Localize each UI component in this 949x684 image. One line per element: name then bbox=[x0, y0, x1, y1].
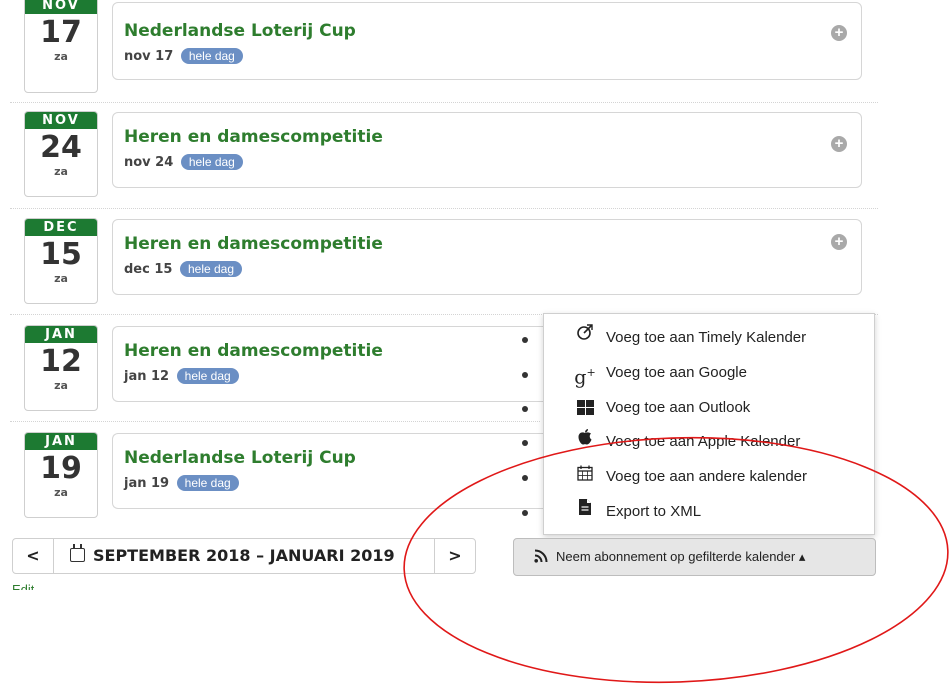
event-date-tile: JAN 19 za bbox=[24, 432, 98, 518]
list-bullet bbox=[522, 406, 528, 412]
event-weekday: za bbox=[54, 165, 68, 178]
dropdown-item-apple[interactable]: Voeg toe aan Apple Kalender bbox=[544, 425, 874, 459]
google-plus-icon: g+ bbox=[574, 366, 596, 389]
event-weekday: za bbox=[54, 486, 68, 499]
event-title[interactable]: Heren en damescompetitie bbox=[124, 234, 383, 254]
event-card[interactable]: Nederlandse Loterij Cup jan 19 hele dag bbox=[112, 433, 553, 509]
dropdown-item-label: Export to XML bbox=[606, 503, 702, 520]
event-card[interactable]: Nederlandse Loterij Cup nov 17 hele dag … bbox=[112, 2, 862, 80]
event-month: NOV bbox=[25, 0, 97, 14]
event-title[interactable]: Heren en damescompetitie bbox=[124, 127, 383, 147]
event-month: NOV bbox=[25, 112, 97, 129]
subscribe-dropdown-menu: Voeg toe aan Timely Kalender g+ Voeg toe… bbox=[543, 313, 875, 535]
event-date-text: nov 17 hele dag bbox=[124, 48, 243, 64]
windows-icon bbox=[574, 391, 596, 425]
all-day-badge: hele dag bbox=[180, 48, 243, 64]
row-divider bbox=[10, 208, 878, 209]
event-date-label: nov 24 bbox=[124, 155, 174, 170]
date-range-button[interactable]: SEPTEMBER 2018 – JANUARI 2019 bbox=[53, 538, 435, 574]
list-bullet bbox=[522, 475, 528, 481]
event-title[interactable]: Nederlandse Loterij Cup bbox=[124, 448, 356, 468]
event-card[interactable]: Heren en damescompetitie nov 24 hele dag… bbox=[112, 112, 862, 188]
event-date-label: nov 17 bbox=[124, 49, 174, 64]
event-day: 17 bbox=[40, 15, 82, 50]
apple-icon bbox=[574, 425, 596, 459]
event-date-tile: NOV 24 za bbox=[24, 111, 98, 197]
dropdown-item-label: Voeg toe aan Timely Kalender bbox=[606, 329, 807, 346]
edit-link[interactable]: Edit bbox=[12, 580, 34, 590]
list-bullet bbox=[522, 510, 528, 516]
rss-icon bbox=[534, 541, 548, 577]
event-date-text: jan 19 hele dag bbox=[124, 475, 239, 491]
event-title[interactable]: Nederlandse Loterij Cup bbox=[124, 21, 356, 41]
calendar-icon bbox=[70, 544, 85, 562]
event-day: 12 bbox=[40, 344, 82, 379]
dropdown-item-outlook[interactable]: Voeg toe aan Outlook bbox=[544, 391, 874, 425]
event-date-text: jan 12 hele dag bbox=[124, 368, 239, 384]
dropdown-item-google[interactable]: g+ Voeg toe aan Google bbox=[544, 356, 874, 390]
date-range-label: SEPTEMBER 2018 – JANUARI 2019 bbox=[93, 546, 395, 565]
event-date-label: dec 15 bbox=[124, 262, 173, 277]
subscribe-label: Neem abonnement op gefilterde kalender ▴ bbox=[556, 549, 806, 564]
list-bullet bbox=[522, 372, 528, 378]
list-bullet bbox=[522, 440, 528, 446]
all-day-badge: hele dag bbox=[179, 261, 243, 277]
event-title[interactable]: Heren en damescompetitie bbox=[124, 341, 383, 361]
event-month: JAN bbox=[25, 326, 97, 343]
timely-icon bbox=[574, 321, 596, 355]
event-day: 24 bbox=[40, 130, 82, 165]
event-date-label: jan 19 bbox=[124, 476, 170, 491]
event-date-text: dec 15 hele dag bbox=[124, 261, 243, 277]
row-divider bbox=[10, 421, 540, 422]
list-bullet bbox=[522, 337, 528, 343]
dropdown-item-other-calendar[interactable]: Voeg toe aan andere kalender bbox=[544, 460, 874, 494]
event-weekday: za bbox=[54, 379, 68, 392]
event-date-tile: DEC 15 za bbox=[24, 218, 98, 304]
row-divider bbox=[10, 102, 878, 103]
add-event-plus-icon[interactable]: + bbox=[831, 25, 847, 41]
event-weekday: za bbox=[54, 50, 68, 63]
all-day-badge: hele dag bbox=[180, 154, 243, 170]
event-month: JAN bbox=[25, 433, 97, 450]
dropdown-item-export-xml[interactable]: Export to XML bbox=[544, 495, 874, 529]
event-day: 15 bbox=[40, 237, 82, 272]
event-date-tile: JAN 12 za bbox=[24, 325, 98, 411]
dropdown-item-label: Voeg toe aan andere kalender bbox=[606, 468, 807, 485]
event-card[interactable]: Heren en damescompetitie dec 15 hele dag… bbox=[112, 219, 862, 295]
next-period-button[interactable]: > bbox=[434, 538, 476, 574]
dropdown-item-label: Voeg toe aan Outlook bbox=[606, 399, 751, 416]
file-icon bbox=[574, 495, 596, 529]
dropdown-item-label: Voeg toe aan Apple Kalender bbox=[606, 433, 801, 450]
dropdown-item-label: Voeg toe aan Google bbox=[606, 364, 747, 381]
calendar-grid-icon bbox=[574, 460, 596, 494]
prev-period-button[interactable]: < bbox=[12, 538, 54, 574]
event-card[interactable]: Heren en damescompetitie jan 12 hele dag bbox=[112, 326, 553, 402]
all-day-badge: hele dag bbox=[176, 475, 239, 491]
add-event-plus-icon[interactable]: + bbox=[831, 234, 847, 250]
subscribe-filtered-calendar-button[interactable]: Neem abonnement op gefilterde kalender ▴ bbox=[513, 538, 876, 576]
add-event-plus-icon[interactable]: + bbox=[831, 136, 847, 152]
all-day-badge: hele dag bbox=[176, 368, 239, 384]
event-day: 19 bbox=[40, 451, 82, 486]
event-date-tile: NOV 17 za bbox=[24, 0, 98, 93]
event-date-label: jan 12 bbox=[124, 369, 170, 384]
event-month: DEC bbox=[25, 219, 97, 236]
event-weekday: za bbox=[54, 272, 68, 285]
event-date-text: nov 24 hele dag bbox=[124, 154, 243, 170]
dropdown-item-timely[interactable]: Voeg toe aan Timely Kalender bbox=[544, 321, 874, 355]
